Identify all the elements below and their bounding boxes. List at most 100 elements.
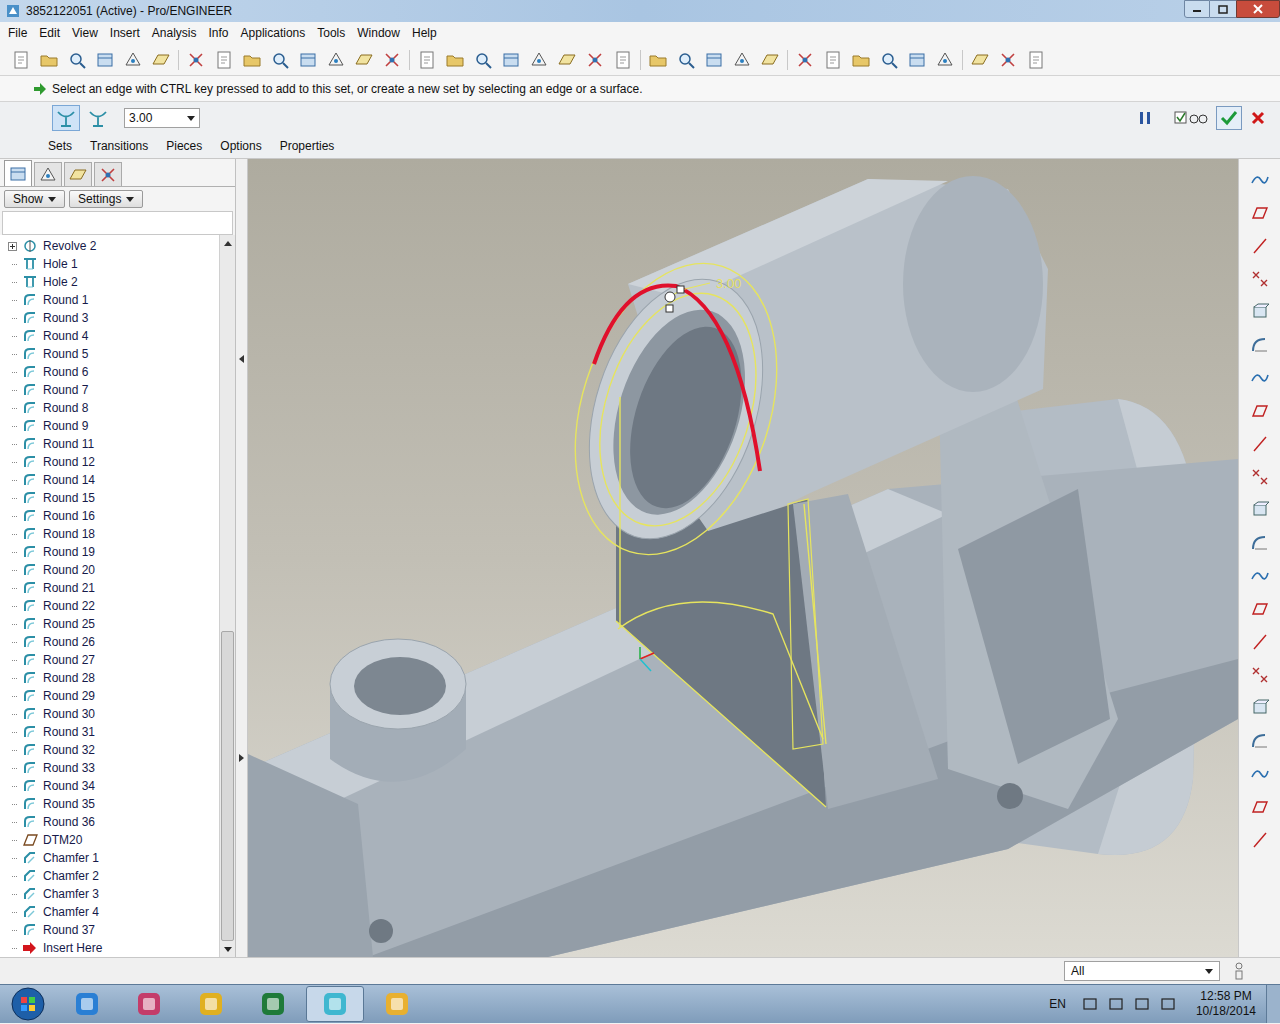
toolbar-tool-icon[interactable] — [584, 49, 606, 71]
tree-item[interactable]: Round 29 — [0, 687, 219, 705]
menu-item[interactable]: Window — [357, 24, 400, 42]
toolbar-tool-icon[interactable] — [997, 49, 1019, 71]
toolbar-tool-icon[interactable] — [122, 49, 144, 71]
tree-filter-field[interactable] — [2, 211, 233, 235]
language-indicator[interactable]: EN — [1049, 995, 1066, 1013]
round-mode-button[interactable] — [84, 105, 112, 131]
tree-item[interactable]: Round 26 — [0, 633, 219, 651]
toolbar-tool-icon[interactable] — [381, 49, 403, 71]
tree-item[interactable]: Chamfer 3 — [0, 885, 219, 903]
feature-tool-icon[interactable] — [1249, 730, 1271, 752]
toolbar-tool-icon[interactable] — [850, 49, 872, 71]
taskbar-app-button[interactable] — [306, 986, 364, 1022]
menu-item[interactable]: Insert — [110, 24, 140, 42]
tree-item[interactable]: Round 4 — [0, 327, 219, 345]
tree-item[interactable]: Chamfer 1 — [0, 849, 219, 867]
scroll-thumb[interactable] — [221, 631, 234, 941]
taskbar-app-button[interactable] — [58, 986, 116, 1022]
toolbar-tool-icon[interactable] — [675, 49, 697, 71]
tree-item[interactable]: Round 31 — [0, 723, 219, 741]
selected-edge[interactable] — [594, 285, 760, 471]
feature-tool-icon[interactable] — [1249, 532, 1271, 554]
tree-menu-button[interactable]: Settings — [69, 190, 143, 208]
tree-item[interactable]: Insert Here — [0, 939, 219, 957]
taskbar-app-button[interactable] — [182, 986, 240, 1022]
tree-item[interactable]: Round 11 — [0, 435, 219, 453]
clock[interactable]: 12:58 PM10/18/2014 — [1196, 989, 1256, 1019]
toolbar-tool-icon[interactable] — [7, 163, 29, 185]
tree-item[interactable]: Revolve 2 — [0, 237, 219, 255]
tree-item[interactable]: Round 16 — [0, 507, 219, 525]
tree-item[interactable]: Round 22 — [0, 597, 219, 615]
feature-tool-icon[interactable] — [1249, 235, 1271, 257]
model-3d-view[interactable]: 3.00 — [248, 159, 1238, 957]
tree-item[interactable]: Round 18 — [0, 525, 219, 543]
feature-tool-icon[interactable] — [1249, 400, 1271, 422]
tree-item[interactable]: Round 7 — [0, 381, 219, 399]
toolbar-tool-icon[interactable] — [185, 49, 207, 71]
toolbar-tool-icon[interactable] — [37, 164, 59, 186]
tray-icon[interactable] — [1160, 996, 1176, 1012]
tree-item[interactable]: Round 25 — [0, 615, 219, 633]
toolbar-tool-icon[interactable] — [878, 49, 900, 71]
tree-item[interactable]: Round 14 — [0, 471, 219, 489]
tree-item[interactable]: Round 19 — [0, 543, 219, 561]
menu-item[interactable]: Tools — [317, 24, 345, 42]
tree-item[interactable]: Round 8 — [0, 399, 219, 417]
toolbar-tool-icon[interactable] — [556, 49, 578, 71]
toolbar-tool-icon[interactable] — [97, 164, 119, 186]
tree-item[interactable]: Round 32 — [0, 741, 219, 759]
tree-item[interactable]: Round 6 — [0, 363, 219, 381]
toolbar-tool-icon[interactable] — [1025, 49, 1047, 71]
taskbar-app-button[interactable] — [244, 986, 302, 1022]
toolbar-tool-icon[interactable] — [822, 49, 844, 71]
dashboard-tab[interactable]: Sets — [48, 137, 72, 155]
feature-tool-icon[interactable] — [1249, 664, 1271, 686]
tree-scrollbar[interactable] — [219, 235, 235, 957]
toolbar-tool-icon[interactable] — [906, 49, 928, 71]
panel-splitter[interactable] — [236, 159, 248, 957]
feature-tool-icon[interactable] — [1249, 268, 1271, 290]
tree-item[interactable]: Chamfer 2 — [0, 867, 219, 885]
tree-item[interactable]: Chamfer 4 — [0, 903, 219, 921]
toolbar-tool-icon[interactable] — [297, 49, 319, 71]
toolbar-tool-icon[interactable] — [269, 49, 291, 71]
feature-tool-icon[interactable] — [1249, 433, 1271, 455]
taskbar-app-button[interactable] — [368, 986, 426, 1022]
navigator-tab[interactable] — [94, 162, 122, 186]
feature-tool-icon[interactable] — [1249, 697, 1271, 719]
feature-tool-icon[interactable] — [1249, 301, 1271, 323]
accept-button[interactable] — [1216, 106, 1242, 130]
toolbar-tool-icon[interactable] — [472, 49, 494, 71]
menu-item[interactable]: Info — [209, 24, 229, 42]
menu-item[interactable]: Applications — [241, 24, 306, 42]
toolbar-tool-icon[interactable] — [416, 49, 438, 71]
dashboard-tab[interactable]: Properties — [280, 137, 335, 155]
tree-item[interactable]: Round 3 — [0, 309, 219, 327]
tree-item[interactable]: Round 35 — [0, 795, 219, 813]
cancel-button[interactable] — [1246, 106, 1270, 130]
toolbar-tool-icon[interactable] — [500, 49, 522, 71]
radius-value-field[interactable]: 3.00 — [124, 108, 200, 128]
toolbar-tool-icon[interactable] — [67, 164, 89, 186]
tray-icon[interactable] — [1082, 996, 1098, 1012]
menu-item[interactable]: Edit — [39, 24, 60, 42]
feature-tool-icon[interactable] — [1249, 499, 1271, 521]
tree-item[interactable]: Round 27 — [0, 651, 219, 669]
tree-item[interactable]: Round 36 — [0, 813, 219, 831]
dashboard-tab[interactable]: Options — [220, 137, 261, 155]
tray-icon[interactable] — [1108, 996, 1124, 1012]
navigator-tab[interactable] — [34, 162, 62, 186]
menu-item[interactable]: Analysis — [152, 24, 197, 42]
tree-item[interactable]: DTM20 — [0, 831, 219, 849]
toolbar-tool-icon[interactable] — [10, 49, 32, 71]
tree-item[interactable]: Round 15 — [0, 489, 219, 507]
tray-icon[interactable] — [1134, 996, 1150, 1012]
menu-item[interactable]: File — [8, 24, 27, 42]
toolbar-tool-icon[interactable] — [612, 49, 634, 71]
toolbar-tool-icon[interactable] — [94, 49, 116, 71]
menu-item[interactable]: View — [72, 24, 98, 42]
feature-tool-icon[interactable] — [1249, 598, 1271, 620]
tree-item[interactable]: Hole 2 — [0, 273, 219, 291]
toolbar-tool-icon[interactable] — [213, 49, 235, 71]
